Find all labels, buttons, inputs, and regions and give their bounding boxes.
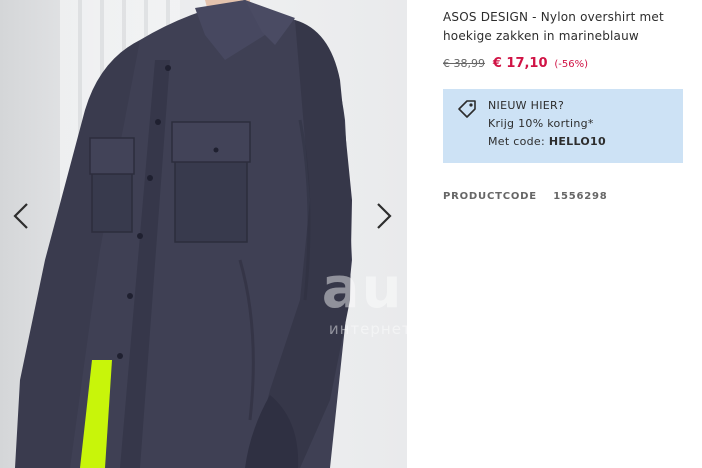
product-photo	[15, 0, 352, 468]
chevron-left-icon	[13, 203, 28, 229]
chevron-right-icon	[377, 203, 392, 229]
promo-heading: NIEUW HIER?	[488, 99, 565, 112]
promo-code: HELLO10	[548, 135, 606, 148]
current-price: € 17,10	[492, 56, 548, 71]
gallery-prev-button[interactable]	[6, 196, 36, 236]
new-customer-promo-banner: NIEUW HIER? Krijg 10% korting* Met code:…	[443, 89, 683, 163]
product-image-gallery[interactable]	[0, 0, 407, 468]
product-code-row: PRODUCTCODE 1556298	[443, 191, 608, 202]
promo-code-label: Met code:	[488, 135, 546, 148]
price-tag-icon	[458, 100, 476, 118]
product-page: ASOS DESIGN - Nylon overshirt met hoekig…	[0, 0, 702, 468]
discount-percentage: (-56%)	[554, 59, 588, 70]
product-code-value: 1556298	[553, 191, 608, 202]
product-title: ASOS DESIGN - Nylon overshirt met hoekig…	[443, 10, 664, 43]
promo-discount-text: Krijg 10% korting*	[488, 117, 594, 130]
price-row: € 38,99 € 17,10 (-56%)	[443, 56, 588, 71]
old-price: € 38,99	[443, 57, 485, 70]
gallery-next-button[interactable]	[369, 196, 399, 236]
product-code-label: PRODUCTCODE	[443, 191, 537, 202]
promo-code-line: Met code: HELLO10	[488, 133, 606, 151]
